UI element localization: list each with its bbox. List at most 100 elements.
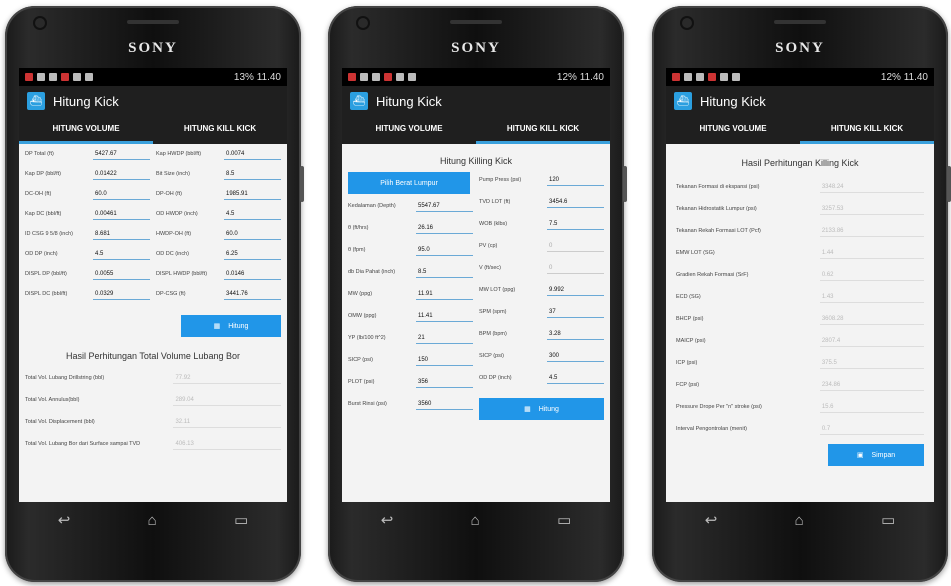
result-label: Total Vol. Annulus(bbl) [25, 397, 80, 403]
field-input[interactable]: 5547.67 [416, 200, 473, 212]
field-input[interactable]: 3.28 [547, 328, 604, 340]
home-icon[interactable]: ⌂ [148, 512, 157, 529]
tab-hitung-volume[interactable]: HITUNG VOLUME [666, 116, 800, 144]
hitung-button[interactable]: ▦ Hitung [181, 315, 281, 337]
earpiece-speaker [450, 20, 502, 24]
back-icon[interactable]: ↩ [381, 511, 394, 529]
field-input[interactable]: 0.0055 [93, 268, 150, 280]
field-input[interactable]: 0.00461 [93, 208, 150, 220]
field-input[interactable]: 4.5 [224, 208, 281, 220]
field-label: MW LOT (ppg) [479, 287, 516, 293]
field-input[interactable]: 3454.6 [547, 196, 604, 208]
field-input[interactable]: 300 [547, 350, 604, 362]
phone-1: SONY 13% 11.40 ⛴ Hitung Kick HITUNG VOLU… [5, 6, 304, 582]
save-icon: ▣ [856, 452, 864, 459]
result-value: 3348.24 [819, 182, 924, 193]
home-icon[interactable]: ⌂ [471, 512, 480, 529]
nav-bar: ↩ ⌂ ▭ [19, 506, 287, 534]
left-input-column: Kedalaman (Depth) 5547.67 θ (ft/hrs) 26.16… [348, 200, 473, 420]
field-input[interactable]: 0 [547, 240, 604, 252]
result-value: 375.5 [819, 358, 924, 369]
pick-mud-weight-button[interactable]: Pilih Berat Lumpur [348, 172, 470, 194]
front-camera [682, 18, 692, 28]
field-label: PLOT (psi) [348, 379, 375, 385]
field-input[interactable]: 21 [416, 332, 473, 344]
back-icon[interactable]: ↩ [58, 511, 71, 529]
field-label: DISPL DP (bbl/ft) [25, 271, 67, 277]
result-value: 2133.86 [819, 226, 924, 237]
field-input[interactable]: 0.0146 [224, 268, 281, 280]
back-icon[interactable]: ↩ [705, 511, 718, 529]
app-title: Hitung Kick [700, 93, 766, 109]
hitung-button[interactable]: ▦ Hitung [479, 398, 604, 420]
tab-bar: HITUNG VOLUME HITUNG KILL KICK [19, 116, 287, 144]
hitung-button-label: Hitung [538, 405, 559, 413]
field-input[interactable]: 26.16 [416, 222, 473, 234]
field-label: ID CSG 9 5/8 (inch) [25, 231, 73, 237]
field-label: DISPL HWDP (bbl/ft) [156, 271, 208, 277]
result-value: 1.43 [819, 292, 924, 303]
field-label: Burst Rinsi (psi) [348, 401, 387, 407]
field-input[interactable]: 1985.91 [224, 188, 281, 200]
field-input[interactable]: 150 [416, 354, 473, 366]
home-icon[interactable]: ⌂ [795, 512, 804, 529]
field-input[interactable]: 5427.67 [93, 148, 150, 160]
field-input[interactable]: 11.41 [416, 310, 473, 322]
field-input[interactable]: 0 [547, 262, 604, 274]
field-input[interactable]: 8.681 [93, 228, 150, 240]
screen: 12% 11.40 ⛴ Hitung Kick HITUNG VOLUME HI… [342, 68, 610, 502]
field-input[interactable]: 3441.76 [224, 288, 281, 300]
result-label: Tekanan Rekah Formasi LOT (Pcf) [676, 228, 761, 234]
calculator-icon: ▦ [213, 323, 221, 330]
battery-clock: 12% 11.40 [556, 71, 604, 83]
volume-input-grid: DP Total (ft) 5427.67 Kap HWDP (bbl/ft) 0.… [25, 148, 281, 305]
field-input[interactable]: 9.992 [547, 284, 604, 296]
field-input[interactable]: 0.0329 [93, 288, 150, 300]
result-title: Hasil Perhitungan Killing Kick [741, 158, 859, 168]
notification-icons [25, 73, 93, 81]
field-input[interactable]: 3560 [416, 398, 473, 410]
result-value: 234.86 [819, 380, 924, 391]
field-input[interactable]: 8.5 [416, 266, 473, 278]
field-input[interactable]: 120 [547, 174, 604, 186]
field-label: OD DC (inch) [156, 251, 190, 257]
notification-icons [348, 73, 416, 81]
status-bar: 12% 11.40 [342, 68, 610, 86]
field-input[interactable]: 8.5 [224, 168, 281, 180]
volume-button [300, 166, 304, 202]
simpan-button[interactable]: ▣ Simpan [828, 444, 924, 466]
field-input[interactable]: 95.0 [416, 244, 473, 256]
tab-hitung-kill-kick[interactable]: HITUNG KILL KICK [476, 116, 610, 144]
field-input[interactable]: 4.5 [547, 372, 604, 384]
field-input[interactable]: 6.25 [224, 248, 281, 260]
result-label: FCP (psi) [676, 382, 700, 388]
field-input[interactable]: 4.5 [93, 248, 150, 260]
result-label: Tekanan Formasi di ekspansi (psi) [676, 184, 760, 190]
tab-hitung-volume[interactable]: HITUNG VOLUME [342, 116, 476, 144]
result-value: 15.6 [819, 402, 924, 413]
tab-hitung-volume[interactable]: HITUNG VOLUME [19, 116, 153, 144]
field-input[interactable]: 0.01422 [93, 168, 150, 180]
result-title: Hasil Perhitungan Total Volume Lubang Bo… [66, 351, 240, 361]
field-input[interactable]: 0.0074 [224, 148, 281, 160]
result-label: Tekanan Hidrostatik Lumpur (psi) [676, 206, 757, 212]
field-input[interactable]: 37 [547, 306, 604, 318]
field-label: OD DP (inch) [25, 251, 58, 257]
field-label: BPM (bpm) [479, 331, 507, 337]
recent-apps-icon[interactable]: ▭ [234, 511, 248, 529]
field-input[interactable]: 11.91 [416, 288, 473, 300]
result-label: Total Vol. Lubang Drillstring (bbl) [25, 375, 105, 381]
field-label: Kap DP (bbl/ft) [25, 171, 61, 177]
action-bar: ⛴ Hitung Kick [342, 86, 610, 116]
tab-hitung-kill-kick[interactable]: HITUNG KILL KICK [800, 116, 934, 144]
result-value: 77.92 [173, 373, 281, 384]
field-input[interactable]: 356 [416, 376, 473, 388]
result-value: 406.13 [173, 439, 281, 450]
field-input[interactable]: 60.0 [224, 228, 281, 240]
field-input[interactable]: 60.0 [93, 188, 150, 200]
recent-apps-icon[interactable]: ▭ [557, 511, 571, 529]
recent-apps-icon[interactable]: ▭ [881, 511, 895, 529]
field-input[interactable]: 7.5 [547, 218, 604, 230]
tab-hitung-kill-kick[interactable]: HITUNG KILL KICK [153, 116, 287, 144]
field-label: Pump Press (psi) [479, 177, 522, 183]
